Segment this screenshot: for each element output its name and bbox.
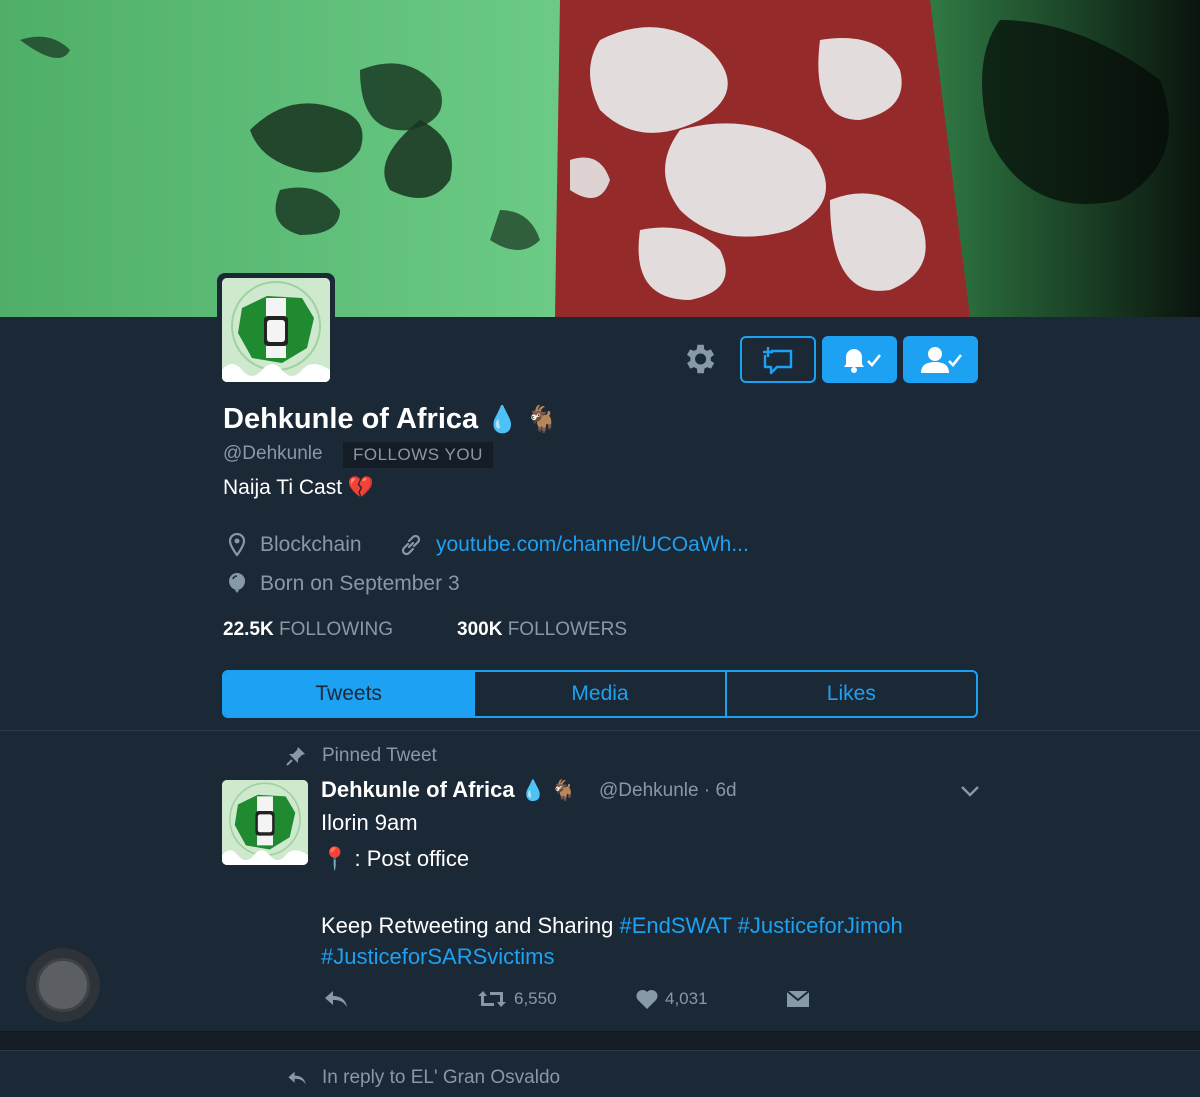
tweet-text-line3: Keep Retweeting and Sharing #EndSWAT #Ju…	[321, 913, 903, 939]
profile-name: Dehkunle of Africa 💧 🐐	[223, 403, 558, 436]
pinned-tweet-label: Pinned Tweet	[286, 745, 437, 767]
profile-avatar[interactable]	[217, 273, 335, 387]
notifications-button[interactable]	[822, 336, 897, 383]
bell-check-icon	[843, 348, 881, 373]
direct-message-button[interactable]	[740, 336, 816, 383]
hashtag-endswat[interactable]: #EndSWAT	[619, 913, 731, 938]
profile-name-emojis: 💧 🐐	[486, 404, 559, 434]
banner-image	[0, 0, 1200, 317]
following-label: FOLLOWING	[278, 619, 393, 640]
following-stat[interactable]: 22.5K FOLLOWING	[223, 619, 393, 641]
pinned-tweet-text: Pinned Tweet	[322, 745, 437, 766]
profile-birthday-text: Born on September 3	[260, 572, 460, 595]
direct-message-share-button[interactable]	[785, 988, 817, 1010]
retweet-icon	[478, 991, 506, 1007]
profile-birthday: Born on September 3	[228, 572, 460, 596]
profile-bio: Naija Ti Cast 💔	[223, 476, 375, 499]
tweet-text-line1: Ilorin 9am	[321, 810, 418, 835]
profile-tabs: Tweets Media Likes	[222, 670, 978, 718]
profile-handle: @Dehkunle	[223, 443, 323, 464]
reply-icon	[325, 991, 347, 1007]
tweet-text-line4: #JusticeforSARSvictims	[321, 944, 555, 970]
profile-location: Blockchain	[228, 533, 362, 557]
envelope-icon	[786, 990, 810, 1007]
profile-name-text: Dehkunle of Africa	[223, 403, 479, 435]
following-button[interactable]	[903, 336, 978, 383]
location-pin-icon	[228, 533, 246, 557]
reply-context-text: In reply to EL' Gran Osvaldo	[322, 1067, 561, 1088]
tweet-text-line2: 📍 : Post office	[321, 846, 470, 871]
tabs-divider	[0, 730, 1200, 731]
like-button[interactable]: 4,031	[635, 988, 708, 1010]
chevron-down-icon	[961, 786, 979, 797]
followers-count: 300K	[457, 619, 503, 640]
hashtag-justiceforsarsvictims[interactable]: #JusticeforSARSvictims	[321, 944, 555, 969]
link-icon	[401, 534, 421, 556]
following-count: 22.5K	[223, 619, 274, 640]
retweet-count: 6,550	[514, 989, 557, 1008]
following-user-icon	[920, 346, 962, 373]
tweet-separator	[0, 1031, 1200, 1051]
tweet-text-body: Keep Retweeting and Sharing	[321, 913, 614, 938]
avatar-logo-image	[222, 278, 330, 382]
tweet-menu-button[interactable]	[958, 780, 982, 807]
compose-message-icon	[763, 346, 793, 374]
like-count: 4,031	[665, 989, 708, 1008]
follows-you-badge: FOLLOWS YOU	[343, 442, 493, 468]
retweet-button[interactable]: 6,550	[476, 988, 557, 1010]
hashtag-justiceforjimoh[interactable]: #JusticeforJimoh	[738, 913, 903, 938]
tab-tweets[interactable]: Tweets	[224, 672, 476, 716]
reply-context: In reply to EL' Gran Osvaldo	[286, 1067, 560, 1089]
settings-gear-button[interactable]	[680, 340, 718, 378]
tweet-author-name[interactable]: Dehkunle of Africa 💧 🐐	[321, 777, 576, 803]
profile-website-link[interactable]: youtube.com/channel/UCOaWh...	[400, 533, 749, 557]
avatar-logo-image	[222, 780, 308, 865]
tweet-author-avatar[interactable]	[222, 780, 308, 865]
assistive-touch-button[interactable]	[26, 948, 100, 1022]
gear-icon	[686, 344, 715, 374]
tab-likes[interactable]: Likes	[727, 672, 976, 716]
followers-stat[interactable]: 300K FOLLOWERS	[457, 619, 627, 641]
reply-icon	[288, 1071, 306, 1085]
profile-website-text[interactable]: youtube.com/channel/UCOaWh...	[436, 533, 749, 557]
balloon-icon	[229, 573, 245, 593]
tweet-author-emojis: 💧 🐐	[520, 780, 576, 802]
reply-button[interactable]	[322, 988, 356, 1010]
heart-icon	[636, 989, 658, 1009]
tweet-author-handle-time: @Dehkunle · 6d	[599, 780, 737, 801]
tweet-author-name-text: Dehkunle of Africa	[321, 777, 515, 802]
profile-banner	[0, 0, 1200, 317]
pin-icon	[286, 747, 305, 766]
followers-label: FOLLOWERS	[507, 619, 628, 640]
assistive-touch-inner	[36, 958, 90, 1012]
tab-media[interactable]: Media	[475, 672, 727, 716]
profile-location-text: Blockchain	[260, 533, 362, 556]
